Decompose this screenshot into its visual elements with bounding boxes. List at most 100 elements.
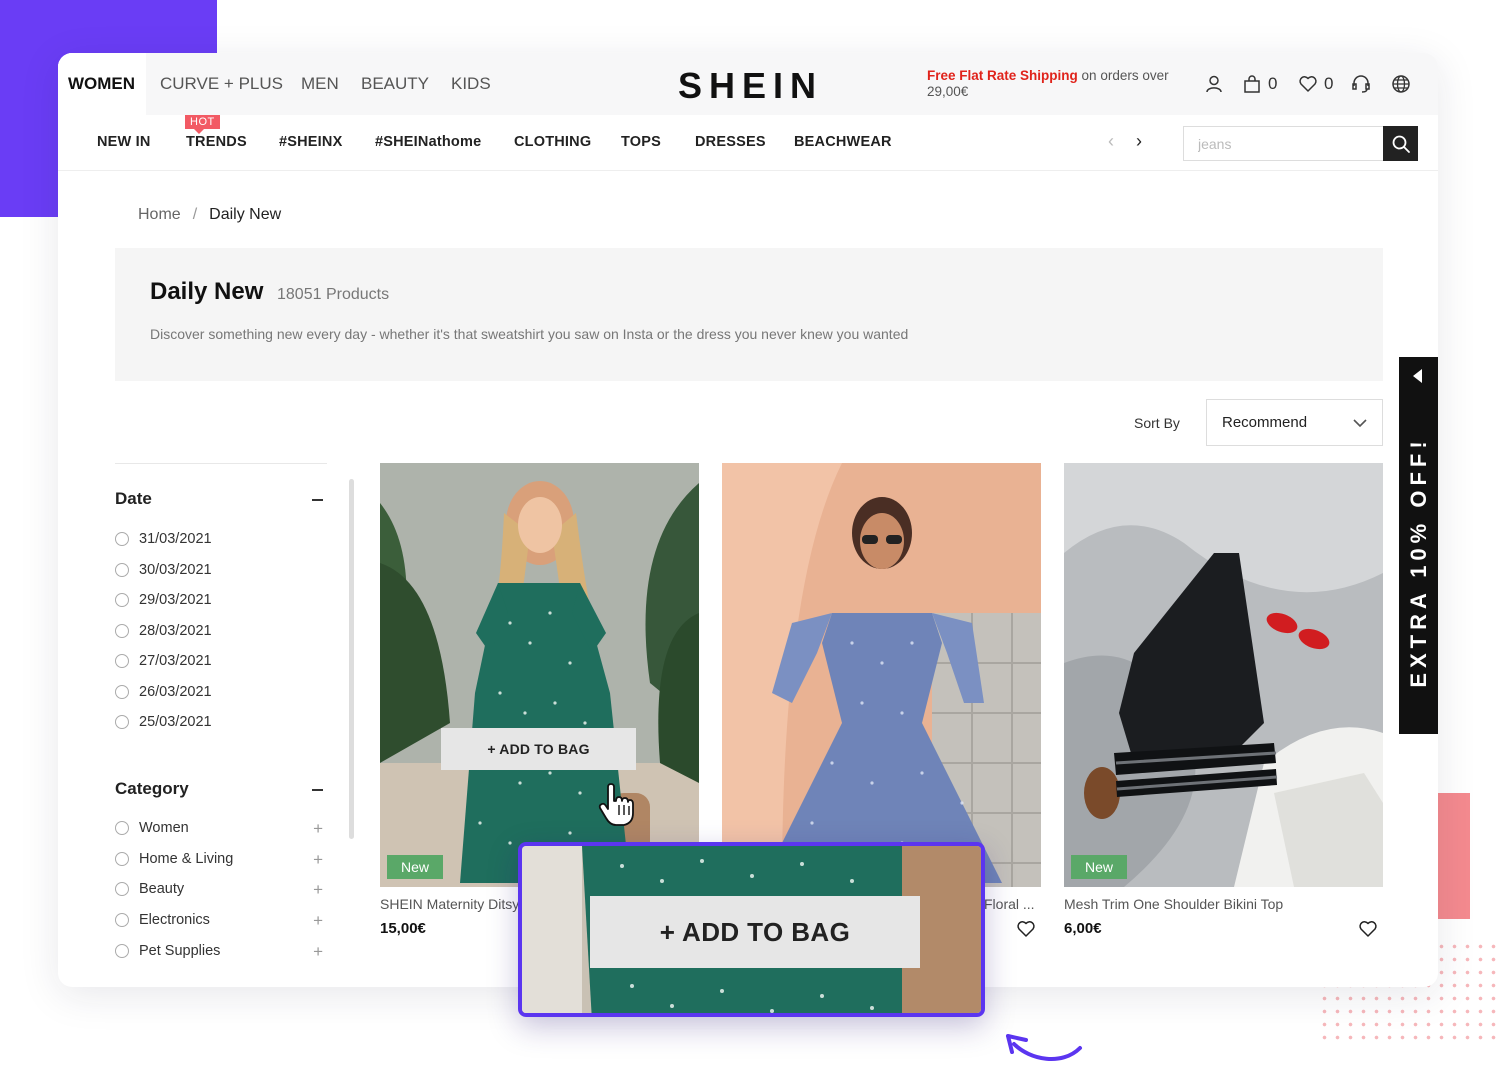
radio-button[interactable] [115,715,129,729]
category-description: Discover something new every day - wheth… [150,326,909,342]
category-tab-kids[interactable]: KIDS [451,53,491,115]
radio-button[interactable] [115,944,129,958]
hand-cursor-icon [598,783,634,826]
nav-item-dresses[interactable]: DRESSES [695,134,766,150]
category-option[interactable]: Beauty + [115,879,327,899]
product-image[interactable]: New [1064,463,1383,887]
radio-button[interactable] [115,913,129,927]
sort-selected-value: Recommend [1222,414,1308,431]
wishlist-heart-icon[interactable] [1016,919,1036,939]
radio-button[interactable] [115,654,129,668]
filter-category-header[interactable]: Category [115,779,327,799]
date-option-label: 25/03/2021 [139,714,212,730]
radio-button[interactable] [115,563,129,577]
support-button[interactable] [1351,73,1371,95]
language-button[interactable] [1391,73,1411,95]
category-option[interactable]: Pet Supplies + [115,941,327,961]
breadcrumb-home[interactable]: Home [138,206,181,223]
product-card[interactable]: New Mesh Trim One Shoulder Bikini Top 6,… [1064,463,1383,937]
curved-arrow-icon [1006,1034,1082,1062]
date-option[interactable]: 30/03/2021 [115,560,327,580]
category-option[interactable]: Electronics + [115,910,327,930]
nav-next-arrow-icon[interactable]: › [1136,131,1142,152]
expand-plus-icon[interactable]: + [313,850,323,870]
category-tab-women[interactable]: WOMEN [58,53,146,115]
sort-dropdown[interactable]: Recommend [1206,399,1383,446]
sidebar-scrollbar[interactable] [349,479,354,839]
category-option-label: Pet Supplies [139,943,221,959]
page-title: Daily New [150,278,264,305]
decorative-pink-block [1438,793,1470,919]
radio-button[interactable] [115,624,129,638]
collapse-triangle-icon[interactable] [1413,369,1422,383]
category-option-label: Women [139,820,189,836]
date-option-label: 30/03/2021 [139,562,212,578]
collapse-minus-icon[interactable] [312,789,323,791]
product-photo-blue-floral-dress [722,463,1041,887]
radio-button[interactable] [115,852,129,866]
expand-plus-icon[interactable]: + [313,819,323,839]
date-option[interactable]: 31/03/2021 [115,529,327,549]
new-badge: New [387,855,444,879]
category-option-label: Electronics [139,912,210,928]
main-navigation: NEW IN HOT TRENDS #SHEINX #SHEINathome C… [58,115,1438,171]
product-card[interactable]: New + ADD TO BAG SHEIN Maternity Ditsy 1… [380,463,699,937]
shipping-promo: Free Flat Rate Shipping on orders over 2… [927,68,1187,100]
product-card[interactable]: Floral ... [722,463,1041,937]
nav-prev-arrow-icon[interactable]: ‹ [1108,131,1114,152]
product-name[interactable]: Mesh Trim One Shoulder Bikini Top [1064,896,1283,912]
nav-item-beachwear[interactable]: BEACHWEAR [794,134,892,150]
date-option-label: 29/03/2021 [139,592,212,608]
nav-item-sheinx[interactable]: #SHEINX [279,134,342,150]
date-option[interactable]: 26/03/2021 [115,682,327,702]
shein-logo[interactable]: SHEIN [678,65,823,107]
wishlist-heart-icon[interactable] [1358,919,1378,939]
category-tab-beauty[interactable]: BEAUTY [361,53,429,115]
bag-count: 0 [1268,74,1278,93]
search-button[interactable] [1383,126,1418,161]
date-option[interactable]: 29/03/2021 [115,590,327,610]
product-name[interactable]: Floral ... [984,896,1035,912]
date-option-label: 28/03/2021 [139,623,212,639]
category-option[interactable]: Home & Living + [115,849,327,869]
expand-plus-icon[interactable]: + [313,880,323,900]
radio-button[interactable] [115,532,129,546]
bag-button[interactable]: 0 [1242,73,1277,95]
hot-badge: HOT [185,115,220,134]
filter-date-header[interactable]: Date [115,489,327,509]
nav-item-new-in[interactable]: NEW IN [97,134,151,150]
radio-button[interactable] [115,821,129,835]
add-to-bag-button[interactable]: + ADD TO BAG [441,728,636,770]
date-option-label: 26/03/2021 [139,684,212,700]
breadcrumb: Home / Daily New [138,206,281,224]
filter-divider [115,463,327,464]
date-option[interactable]: 27/03/2021 [115,651,327,671]
nav-item-tops[interactable]: TOPS [621,134,661,150]
category-tab-curve-plus[interactable]: CURVE + PLUS [160,53,283,115]
expand-plus-icon[interactable]: + [313,911,323,931]
category-option[interactable]: Women + [115,818,327,838]
add-to-bag-button-zoomed[interactable]: + ADD TO BAG [590,896,920,968]
category-tab-men[interactable]: MEN [301,53,339,115]
expand-plus-icon[interactable]: + [313,942,323,962]
filter-category-title: Category [115,779,189,798]
account-button[interactable] [1204,73,1224,95]
radio-button[interactable] [115,593,129,607]
collapse-minus-icon[interactable] [312,499,323,501]
product-name[interactable]: SHEIN Maternity Ditsy [380,896,519,912]
radio-button[interactable] [115,685,129,699]
date-option[interactable]: 28/03/2021 [115,621,327,641]
search-icon [1392,135,1410,153]
product-photo-green-floral-dress [380,463,699,887]
date-option[interactable]: 25/03/2021 [115,712,327,732]
extra-discount-banner[interactable]: EXTRA 10% OFF! [1399,357,1438,734]
nav-item-trends[interactable]: TRENDS [186,134,247,150]
product-image[interactable]: New [380,463,699,887]
radio-button[interactable] [115,882,129,896]
nav-item-clothing[interactable]: CLOTHING [514,134,591,150]
wishlist-button[interactable]: 0 [1298,73,1333,95]
product-count: 18051 Products [277,286,390,303]
product-image[interactable] [722,463,1041,887]
nav-item-sheinathome[interactable]: #SHEINathome [375,134,481,150]
search-input[interactable] [1183,126,1383,161]
